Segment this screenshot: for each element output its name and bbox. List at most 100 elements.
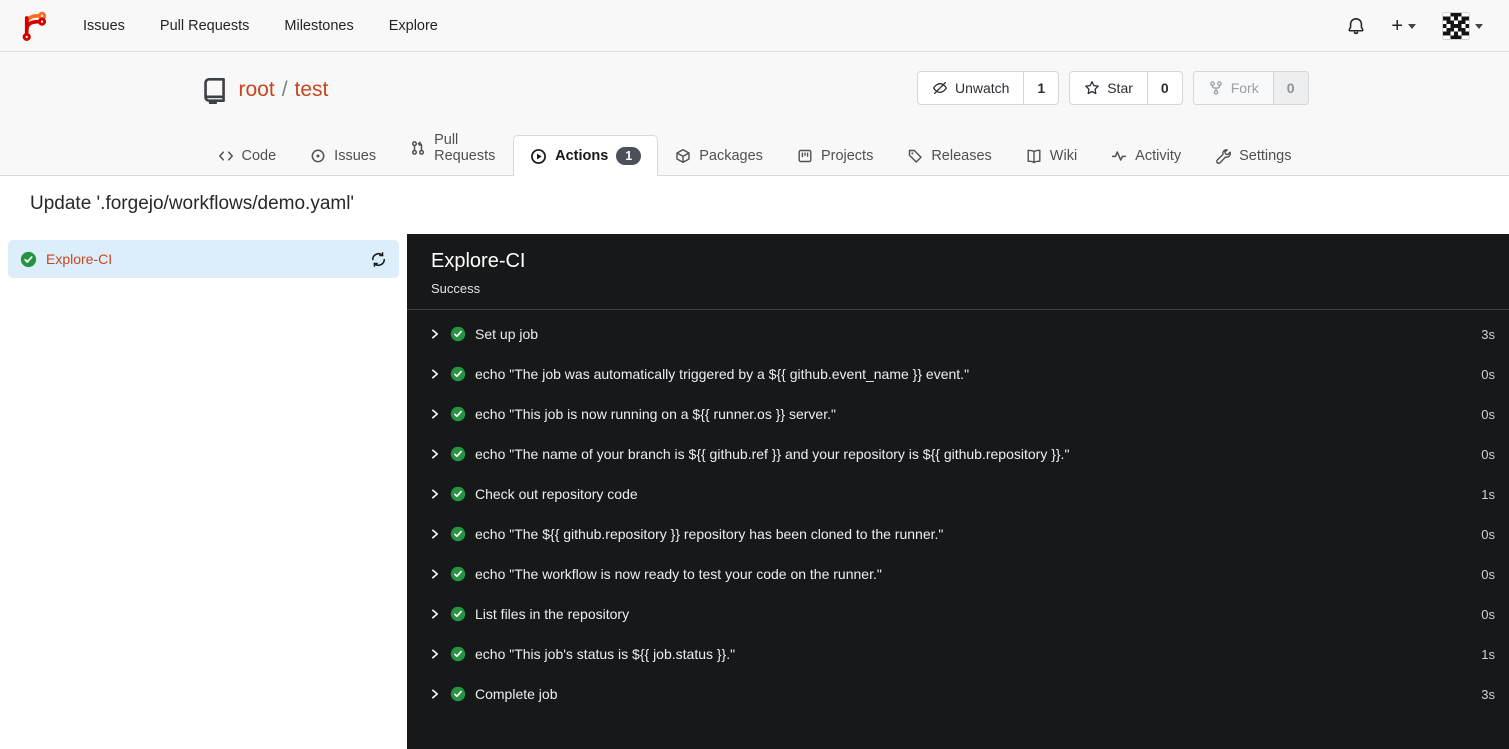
nav-link-pull-requests[interactable]: Pull Requests — [160, 18, 249, 34]
code-icon — [218, 148, 234, 164]
nav-link-explore[interactable]: Explore — [389, 18, 438, 34]
step-row[interactable]: echo "This job's status is ${{ job.statu… — [407, 634, 1509, 674]
step-duration: 0s — [1481, 406, 1495, 422]
navbar-right: + — [1339, 6, 1491, 46]
nav-link-milestones[interactable]: Milestones — [284, 18, 353, 34]
tab-issues[interactable]: Issues — [293, 136, 393, 175]
console-header: Explore-CI Success — [407, 234, 1509, 310]
step-row[interactable]: Complete job 3s — [407, 674, 1509, 714]
fork-icon — [1208, 80, 1224, 96]
tab-projects[interactable]: Projects — [780, 136, 890, 175]
chevron-right-icon — [429, 368, 441, 380]
actions-count-badge: 1 — [616, 147, 642, 165]
console-job-name: Explore-CI — [431, 250, 526, 272]
job-item-label: Explore-CI — [46, 251, 113, 267]
step-duration: 3s — [1481, 326, 1495, 342]
job-item-explore-ci[interactable]: Explore-CI — [8, 240, 399, 278]
top-navbar: Issues Pull Requests Milestones Explore … — [0, 0, 1509, 52]
success-check-icon — [450, 526, 466, 542]
issue-opened-icon — [310, 148, 326, 164]
rerun-sync-icon[interactable] — [370, 251, 387, 268]
job-log-console: Explore-CI Success Set up job 3s echo "T… — [407, 234, 1509, 749]
success-check-icon — [450, 406, 466, 422]
unwatch-button[interactable]: Unwatch 1 — [916, 71, 1060, 105]
notifications-bell-icon[interactable] — [1339, 11, 1373, 41]
console-status-text: Success — [431, 281, 481, 296]
chevron-right-icon — [429, 688, 441, 700]
repo-owner-link[interactable]: root — [239, 78, 275, 102]
step-name: echo "The workflow is now ready to test … — [475, 566, 882, 582]
repo-breadcrumb: root / test — [239, 78, 329, 102]
success-check-icon — [450, 606, 466, 622]
forks-count: 0 — [1272, 72, 1308, 104]
steps-list: Set up job 3s echo "The job was automati… — [407, 310, 1509, 714]
step-row[interactable]: Set up job 3s — [407, 314, 1509, 354]
git-pull-request-icon — [410, 140, 426, 156]
tab-packages[interactable]: Packages — [658, 136, 780, 175]
success-check-icon — [450, 486, 466, 502]
step-row[interactable]: Check out repository code 1s — [407, 474, 1509, 514]
book-icon — [1026, 148, 1042, 164]
eye-slash-icon — [932, 80, 948, 96]
page-title: Update '.forgejo/workflows/demo.yaml' — [30, 193, 355, 214]
star-label: Star — [1107, 80, 1133, 96]
project-board-icon — [797, 148, 813, 164]
star-button[interactable]: Star 0 — [1069, 71, 1183, 105]
tab-packages-label: Packages — [699, 148, 763, 164]
tab-settings[interactable]: Settings — [1198, 136, 1308, 175]
step-name: Check out repository code — [475, 486, 638, 502]
step-duration: 1s — [1481, 486, 1495, 502]
tab-code[interactable]: Code — [201, 136, 294, 175]
step-duration: 0s — [1481, 446, 1495, 462]
tab-releases[interactable]: Releases — [890, 136, 1008, 175]
watchers-count[interactable]: 1 — [1023, 72, 1058, 104]
step-name: echo "The ${{ github.repository }} repos… — [475, 526, 944, 542]
step-name: echo "This job's status is ${{ job.statu… — [475, 646, 736, 662]
success-check-icon — [450, 446, 466, 462]
user-menu-button[interactable] — [1434, 6, 1491, 46]
tab-wiki[interactable]: Wiki — [1009, 136, 1094, 175]
forgejo-logo-icon[interactable] — [18, 10, 50, 42]
step-duration: 0s — [1481, 566, 1495, 582]
step-row[interactable]: echo "The ${{ github.repository }} repos… — [407, 514, 1509, 554]
repo-name-link[interactable]: test — [295, 78, 329, 102]
chevron-right-icon — [429, 648, 441, 660]
repo-icon — [201, 76, 229, 104]
step-name: List files in the repository — [475, 606, 630, 622]
step-duration: 0s — [1481, 526, 1495, 542]
chevron-right-icon — [429, 568, 441, 580]
tab-actions[interactable]: Actions 1 — [513, 135, 659, 176]
plus-icon: + — [1391, 14, 1403, 37]
tab-activity[interactable]: Activity — [1094, 136, 1198, 175]
tab-projects-label: Projects — [820, 148, 874, 164]
tab-activity-label: Activity — [1135, 148, 1182, 164]
success-check-icon — [450, 646, 466, 662]
step-row[interactable]: echo "The name of your branch is ${{ git… — [407, 434, 1509, 474]
step-row[interactable]: echo "The workflow is now ready to test … — [407, 554, 1509, 594]
step-row[interactable]: echo "The job was automatically triggere… — [407, 354, 1509, 394]
step-name: Set up job — [475, 326, 539, 342]
create-new-button[interactable]: + — [1383, 13, 1424, 39]
success-check-icon — [20, 251, 37, 268]
step-duration: 0s — [1481, 606, 1495, 622]
workflow-run-view: Explore-CI Explore-CI Success Set up job — [0, 234, 1509, 749]
tab-pull-requests[interactable]: Pull Requests — [393, 120, 513, 175]
repo-action-buttons: Unwatch 1 Star 0 Fork 0 — [916, 71, 1309, 105]
tab-wiki-label: Wiki — [1049, 148, 1078, 164]
step-row[interactable]: List files in the repository 0s — [407, 594, 1509, 634]
nav-link-issues[interactable]: Issues — [83, 18, 125, 34]
step-name: echo "The name of your branch is ${{ git… — [475, 446, 1070, 462]
play-circle-icon — [530, 148, 547, 165]
step-duration: 3s — [1481, 686, 1495, 702]
chevron-right-icon — [429, 488, 441, 500]
step-row[interactable]: echo "This job is now running on a ${{ r… — [407, 394, 1509, 434]
tab-actions-label: Actions — [555, 148, 609, 164]
avatar — [1442, 11, 1470, 40]
stars-count[interactable]: 0 — [1146, 72, 1182, 104]
success-check-icon — [450, 566, 466, 582]
navbar-links: Issues Pull Requests Milestones Explore — [83, 18, 438, 34]
success-check-icon — [450, 686, 466, 702]
success-check-icon — [450, 326, 466, 342]
success-check-icon — [450, 366, 466, 382]
chevron-right-icon — [429, 608, 441, 620]
